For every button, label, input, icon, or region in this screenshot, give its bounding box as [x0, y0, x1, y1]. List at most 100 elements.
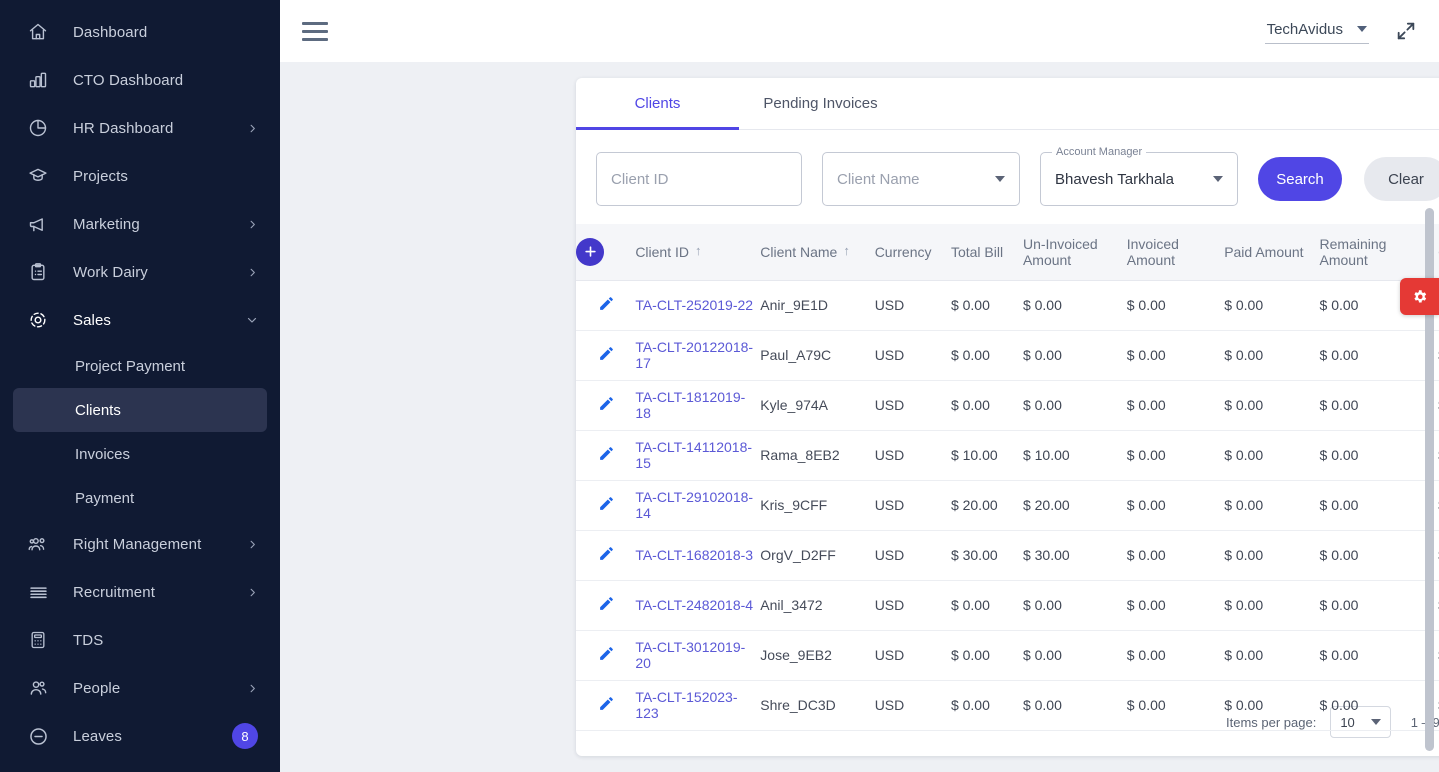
fullscreen-icon[interactable] [1395, 20, 1417, 42]
edit-icon[interactable] [598, 595, 615, 612]
clear-button[interactable]: Clear [1364, 157, 1439, 201]
clients-table-wrapper: Client ID ↑ Client Name ↑ Currency Total B… [576, 224, 1439, 731]
account-manager-select[interactable]: Account Manager Bhavesh Tarkhala [1040, 146, 1238, 206]
sidebar-item-work-dairy[interactable]: Work Dairy [0, 248, 280, 296]
sidebar-item-recruitment[interactable]: Recruitment [0, 568, 280, 616]
sidebar-subitem-label: Clients [75, 401, 121, 419]
sidebar-item-hr-dashboard[interactable]: HR Dashboard [0, 104, 280, 152]
sidebar-item-people[interactable]: People [0, 664, 280, 712]
company-selector[interactable]: TechAvidus [1264, 19, 1369, 44]
cell-client-id[interactable]: TA-CLT-3012019-20 [635, 630, 761, 681]
edit-icon[interactable] [598, 395, 615, 412]
sidebar-item-label: Leaves [73, 727, 122, 745]
settings-gear-icon[interactable] [1400, 278, 1439, 315]
cell-un-invoiced-amount-value: $ 0.00 [1022, 697, 1062, 713]
sidebar-subitem-clients[interactable]: Clients [13, 388, 267, 432]
edit-icon[interactable] [598, 695, 615, 712]
hamburger-icon[interactable] [298, 14, 332, 48]
sidebar-item-leaves[interactable]: Leaves 8 [0, 712, 280, 760]
cell-un-invoiced-amount-value: $ 0.00 [1022, 297, 1062, 313]
sidebar-subitem-project-payment[interactable]: Project Payment [13, 344, 267, 388]
main-content: TechAvidus Clients Pending Invoices Clie… [280, 0, 1439, 772]
cell-un-invoiced-amount-value: $ 0.00 [1022, 347, 1062, 363]
sidebar-item-marketing[interactable]: Marketing [0, 200, 280, 248]
table-head: Client ID ↑ Client Name ↑ Currency Total B… [576, 224, 1439, 281]
target-icon [25, 307, 51, 333]
cell-client-id[interactable]: TA-CLT-29102018-14 [635, 480, 761, 531]
sidebar-subitem-payment[interactable]: Payment [13, 476, 267, 520]
cell-remaining-amount: $ 0.00 [1319, 580, 1439, 631]
cell-currency: USD [874, 280, 951, 331]
column-header-invoiced-amount[interactable]: Invoiced Amount [1126, 224, 1225, 281]
sidebar-item-dashboard[interactable]: Dashboard [0, 8, 280, 56]
cell-client-id[interactable]: TA-CLT-1812019-18 [635, 380, 761, 431]
edit-icon[interactable] [598, 645, 615, 662]
sidebar-item-label: CTO Dashboard [73, 71, 184, 89]
users-icon [25, 675, 51, 701]
cell-client-id[interactable]: TA-CLT-152023-123 [635, 680, 761, 731]
cell-currency-value: USD [874, 597, 905, 613]
search-button[interactable]: Search [1258, 157, 1342, 201]
cell-currency: USD [874, 680, 951, 731]
column-label: Client ID [635, 243, 689, 260]
edit-icon[interactable] [598, 545, 615, 562]
cell-client-id[interactable]: TA-CLT-1682018-3 [635, 530, 761, 581]
table-row[interactable]: TA-CLT-2482018-4 Anil_3472 USD $ 0.00 $ 0.00… [576, 580, 1439, 631]
table-row[interactable]: TA-CLT-20122018-17 Paul_A79C USD $ 0.00 $ 0.… [576, 330, 1439, 381]
cell-invoiced-amount-value: $ 0.00 [1126, 497, 1166, 513]
edit-icon[interactable] [598, 445, 615, 462]
cell-invoiced-amount: $ 0.00 [1126, 680, 1225, 731]
sidebar-item-tds[interactable]: TDS [0, 616, 280, 664]
cell-client-id[interactable]: TA-CLT-14112018-15 [635, 430, 761, 481]
app-root: Dashboard CTO Dashboard HR Dashboard Pro… [0, 0, 1439, 772]
cell-invoiced-amount: $ 0.00 [1126, 430, 1225, 481]
cell-client-id[interactable]: TA-CLT-20122018-17 [635, 330, 761, 381]
client-name-select[interactable]: Client Name [822, 152, 1020, 206]
cell-invoiced-amount-value: $ 0.00 [1126, 697, 1166, 713]
tab-bar: Clients Pending Invoices [576, 78, 1439, 130]
cell-invoiced-amount-value: $ 0.00 [1126, 647, 1166, 663]
cell-un-invoiced-amount: $ 0.00 [1022, 580, 1127, 631]
sidebar-item-sales[interactable]: Sales [0, 296, 280, 344]
cell-client-id[interactable]: TA-CLT-2482018-4 [635, 580, 761, 631]
chevron-right-icon [246, 586, 258, 598]
column-header-currency[interactable]: Currency [874, 224, 951, 281]
cell-edit [576, 630, 636, 681]
cell-paid-amount: $ 0.00 [1224, 530, 1320, 581]
cell-paid-amount-value: $ 0.00 [1224, 547, 1264, 563]
cell-client-name-value: Anir_9E1D [760, 297, 828, 313]
sidebar-item-projects[interactable]: Projects [0, 152, 280, 200]
column-label: Un-Invoiced Amount [1022, 235, 1098, 268]
table-row[interactable]: TA-CLT-14112018-15 Rama_8EB2 USD $ 10.00 $ 1… [576, 430, 1439, 481]
tab-clients[interactable]: Clients [576, 78, 739, 130]
column-header-client-id[interactable]: Client ID ↑ [635, 224, 761, 281]
cell-client-id[interactable]: TA-CLT-252019-22 [635, 280, 761, 331]
table-row[interactable]: TA-CLT-1812019-18 Kyle_974A USD $ 0.00 $ 0.0… [576, 380, 1439, 431]
table-row[interactable]: TA-CLT-29102018-14 Kris_9CFF USD $ 20.00 $ 2… [576, 480, 1439, 531]
edit-icon[interactable] [598, 295, 615, 312]
account-manager-label: Account Manager [1052, 146, 1147, 158]
column-header-client-name[interactable]: Client Name ↑ [760, 224, 875, 281]
table-row[interactable]: TA-CLT-152023-123 Shre_DC3D USD $ 0.00 $ 0.0… [576, 680, 1439, 731]
column-label: Currency [874, 243, 932, 260]
sidebar-item-right-management[interactable]: Right Management [0, 520, 280, 568]
column-header-un-invoiced-amount[interactable]: Un-Invoiced Amount [1022, 224, 1127, 281]
sidebar-subitem-invoices[interactable]: Invoices [13, 432, 267, 476]
table-row[interactable]: TA-CLT-252019-22 Anir_9E1D USD $ 0.00 $ 0.00… [576, 280, 1439, 331]
cell-total-bill: $ 10.00 [950, 430, 1023, 481]
column-header-paid-amount[interactable]: Paid Amount [1224, 224, 1320, 281]
column-header-total-bill[interactable]: Total Bill [950, 224, 1023, 281]
cell-client-name-value: OrgV_D2FF [760, 547, 836, 563]
sidebar-item-cto-dashboard[interactable]: CTO Dashboard [0, 56, 280, 104]
client-id-placeholder: Client ID [611, 170, 669, 188]
clipboard-icon [25, 259, 51, 285]
cell-paid-amount: $ 0.00 [1224, 280, 1320, 331]
tab-pending-invoices[interactable]: Pending Invoices [739, 78, 902, 129]
table-row[interactable]: TA-CLT-1682018-3 OrgV_D2FF USD $ 30.00 $ 30.… [576, 530, 1439, 581]
edit-icon[interactable] [598, 345, 615, 362]
table-row[interactable]: TA-CLT-3012019-20 Jose_9EB2 USD $ 0.00 $ 0.0… [576, 630, 1439, 681]
add-client-button[interactable] [576, 237, 604, 266]
edit-icon[interactable] [598, 495, 615, 512]
column-header-remaining-amount[interactable]: Remaining Amount [1319, 224, 1439, 281]
client-id-input[interactable]: Client ID [596, 152, 802, 206]
